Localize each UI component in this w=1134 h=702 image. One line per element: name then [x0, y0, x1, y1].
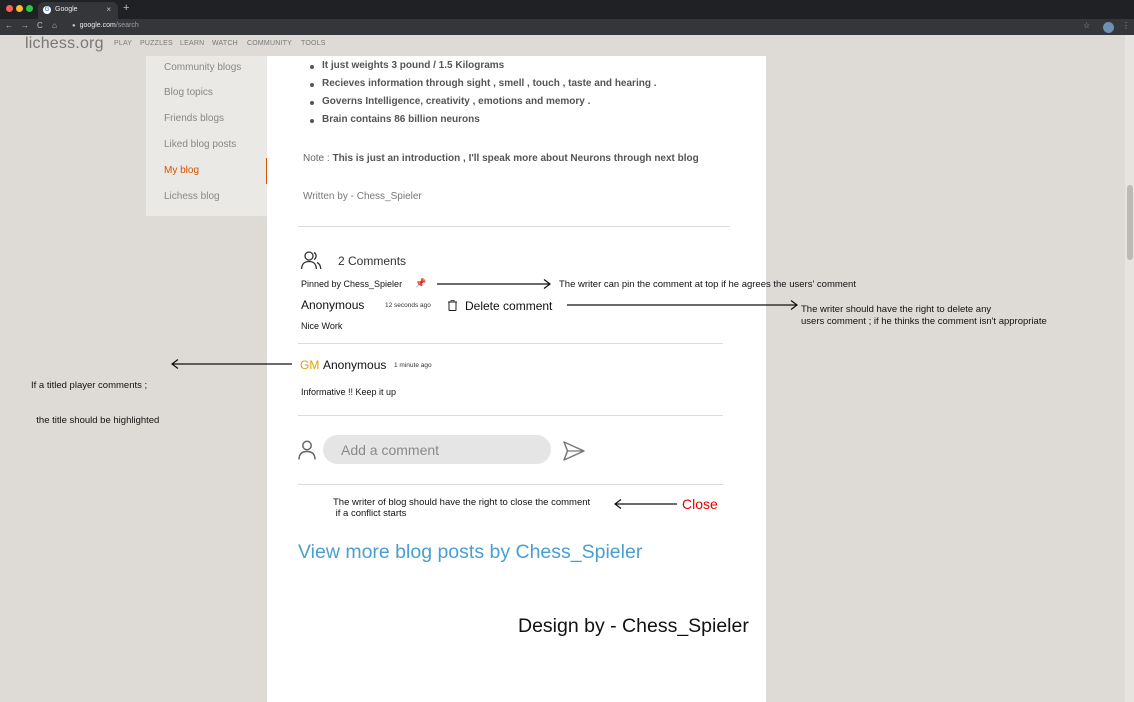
send-icon[interactable] [562, 440, 586, 462]
note-text: This is just an introduction , I'll spea… [332, 153, 699, 164]
list-item: It just weights 3 pound / 1.5 Kilograms [322, 60, 505, 71]
users-icon [300, 251, 322, 270]
annotation-line: The writer should have the right to dele… [801, 304, 992, 315]
nav-learn[interactable]: LEARN [180, 40, 204, 47]
delete-comment-button[interactable]: Delete comment [465, 299, 552, 313]
home-icon[interactable]: ⌂ [52, 21, 57, 30]
nav-puzzles[interactable]: PUZZLES [140, 40, 173, 47]
google-favicon-icon: G [43, 6, 51, 14]
bookmark-star-icon[interactable]: ☆ [1083, 21, 1090, 30]
delete-arrowhead [790, 300, 798, 310]
back-icon[interactable]: ← [5, 21, 13, 30]
comment-timestamp: 12 seconds ago [385, 302, 431, 309]
address-bar: ← → C ⌂ ● google.com/search ☆ ⋮ [0, 19, 1134, 35]
nav-tools[interactable]: TOOLS [301, 40, 326, 47]
close-comments-annotation: The writer of blog should have the right… [333, 497, 590, 519]
window-minimize-dot[interactable] [16, 5, 23, 12]
url-field[interactable]: ● google.com/search [72, 22, 139, 29]
reload-icon[interactable]: C [37, 21, 43, 30]
annotation-line: If a titled player comments ; [31, 380, 148, 391]
written-by: Written by - Chess_Spieler [303, 191, 422, 202]
sidebar-item-community-blogs[interactable]: Community blogs [164, 62, 241, 73]
list-item: Recieves information through sight , sme… [322, 78, 657, 89]
browser-tab[interactable]: G Google × [38, 2, 118, 19]
site-logo[interactable]: lichess.org [25, 35, 104, 53]
browser-tab-bar: G Google × + [0, 0, 1134, 19]
tab-close-icon[interactable]: × [106, 5, 111, 14]
pin-annotation: The writer can pin the comment at top if… [559, 279, 856, 290]
new-tab-button[interactable]: + [123, 2, 129, 14]
sidebar-item-friends-blogs[interactable]: Friends blogs [164, 113, 224, 124]
nav-play[interactable]: PLAY [114, 40, 132, 47]
design-credit: Design by - Chess_Spieler [518, 615, 749, 637]
url-path: /search [115, 22, 139, 29]
menu-kebab-icon[interactable]: ⋮ [1122, 21, 1130, 30]
profile-avatar[interactable] [1103, 22, 1114, 33]
bullet-dot [310, 83, 314, 87]
sidebar-item-lichess-blog[interactable]: Lichess blog [164, 191, 220, 202]
article-note: Note : This is just an introduction , I'… [303, 153, 699, 164]
note-prefix: Note : [303, 153, 333, 164]
title-annotation: If a titled player comments ; the title … [31, 357, 159, 438]
comment-author[interactable]: Anonymous [301, 298, 364, 312]
comment-timestamp: 1 minute ago [394, 362, 432, 369]
blog-side-menu: Community blogs Blog topics Friends blog… [146, 56, 267, 216]
trash-icon[interactable] [448, 300, 457, 311]
view-more-posts-link[interactable]: View more blog posts by Chess_Spieler [298, 541, 642, 564]
delete-annotation: The writer should have the right to dele… [801, 304, 1047, 327]
comments-count: 2 Comments [338, 254, 407, 268]
nav-watch[interactable]: WATCH [212, 40, 238, 47]
bullet-dot [310, 65, 314, 69]
scrollbar-track[interactable] [1125, 35, 1134, 702]
sidebar-item-blog-topics[interactable]: Blog topics [164, 87, 213, 98]
url-host: google.com [79, 22, 116, 29]
list-item: Brain contains 86 billion neurons [322, 114, 480, 125]
title-arrowhead [171, 359, 179, 369]
divider [298, 226, 730, 227]
pin-icon[interactable]: 📌 [415, 278, 426, 289]
bullet-dot [310, 101, 314, 105]
close-comments-button[interactable]: Close [682, 496, 718, 512]
sidebar-item-liked-blog-posts[interactable]: Liked blog posts [164, 139, 236, 150]
divider [298, 484, 723, 485]
user-icon [298, 440, 316, 460]
comment-text: Nice Work [301, 321, 343, 331]
list-item: Governs Intelligence, creativity , emoti… [322, 96, 591, 107]
tab-title: Google [55, 6, 78, 13]
bullet-dot [310, 119, 314, 123]
forward-icon[interactable]: → [21, 21, 29, 30]
divider [298, 415, 723, 416]
annotation-line: if a conflict starts [333, 508, 407, 519]
annotation-line: users comment ; if he thinks the comment… [801, 315, 1047, 327]
sidebar-item-my-blog[interactable]: My blog [164, 165, 199, 176]
window-zoom-dot[interactable] [26, 5, 33, 12]
comment-author[interactable]: Anonymous [323, 358, 386, 372]
add-comment-input[interactable] [323, 435, 551, 464]
pinned-label: Pinned by Chess_Spieler [301, 279, 403, 289]
annotation-line: the title should be highlighted [31, 414, 160, 426]
window-close-dot[interactable] [6, 5, 13, 12]
divider [298, 343, 723, 344]
annotation-line: The writer of blog should have the right… [333, 497, 591, 508]
comment-text: Informative !! Keep it up [301, 387, 397, 397]
lock-icon: ● [72, 23, 76, 29]
nav-community[interactable]: COMMUNITY [247, 40, 292, 47]
title-badge-gm: GM [300, 358, 320, 372]
scrollbar-thumb[interactable] [1127, 185, 1133, 260]
